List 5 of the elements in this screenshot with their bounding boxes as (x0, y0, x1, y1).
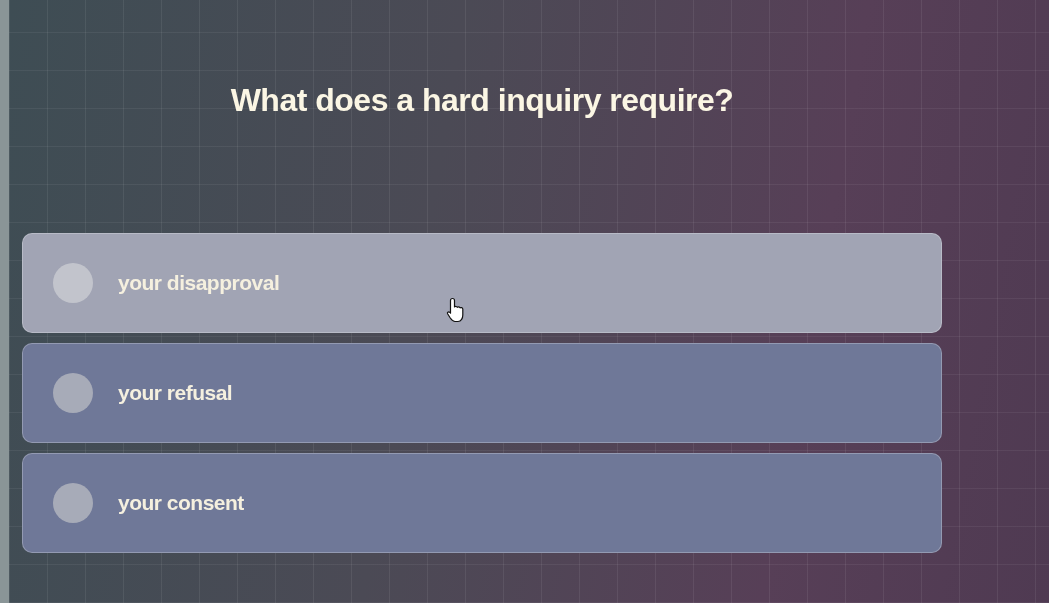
question-text: What does a hard inquiry require? (229, 81, 735, 120)
answer-option[interactable]: your disapproval (22, 233, 942, 333)
answer-option[interactable]: your consent (22, 453, 942, 553)
answer-option[interactable]: your refusal (22, 343, 942, 443)
hand-cursor-icon (446, 297, 466, 323)
